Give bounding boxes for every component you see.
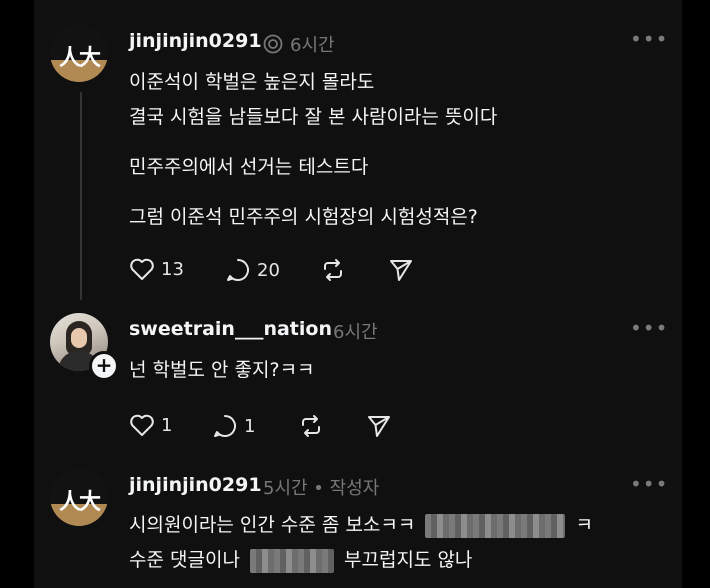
repost-button[interactable] xyxy=(320,257,346,283)
reply-text-line: 시의원이라는 인간 수준 좀 보소ㅋㅋ ㅋ xyxy=(129,510,593,538)
like-count: 13 xyxy=(161,258,184,280)
reply-username[interactable]: sweetrain___nation xyxy=(129,318,332,340)
like-button[interactable]: 13 xyxy=(129,257,184,281)
reply-text-segment: 수준 댓글이나 xyxy=(129,549,240,571)
repost-icon xyxy=(298,413,324,439)
redacted-blur xyxy=(249,548,334,573)
comment-icon xyxy=(225,257,251,283)
reply-username[interactable]: jinjinjin0291 xyxy=(129,474,262,496)
post-username[interactable]: jinjinjin0291 xyxy=(129,30,262,52)
reply-meta: 5시간 • 작성자 xyxy=(263,478,380,499)
avatar-photo-face xyxy=(71,328,87,348)
comment-count: 1 xyxy=(244,415,256,437)
repost-button[interactable] xyxy=(298,413,324,439)
post-text-line: 이준석이 학벌은 높은지 몰라도 xyxy=(129,71,375,93)
post-text-line: 민주주의에서 선거는 테스트다 xyxy=(129,156,369,178)
send-icon xyxy=(388,257,414,283)
avatar[interactable]: 人大 xyxy=(50,468,108,526)
avatar-logo: 人大 xyxy=(58,489,101,515)
reply-text-line: 수준 댓글이나 부끄럽지도 않나 xyxy=(129,545,472,573)
thread-line xyxy=(80,92,82,300)
reply-text-segment: 시의원이라는 인간 수준 좀 보소ㅋㅋ xyxy=(129,514,416,536)
follow-plus-icon[interactable]: + xyxy=(89,351,119,381)
comment-count: 20 xyxy=(257,259,280,281)
more-options-icon[interactable]: ••• xyxy=(630,316,668,340)
reply-time: 6시간 xyxy=(333,322,378,343)
comment-button[interactable]: 20 xyxy=(225,257,280,283)
like-button[interactable]: 1 xyxy=(129,413,172,437)
comment-button[interactable]: 1 xyxy=(212,413,255,439)
post-text-line: 그럼 이준석 민주주의 시험장의 시험성적은? xyxy=(129,206,478,228)
like-count: 1 xyxy=(161,414,173,436)
comment-icon xyxy=(212,413,238,439)
post-text-line: 결국 시험을 남들보다 잘 본 사람이라는 뜻이다 xyxy=(129,106,498,128)
more-options-icon[interactable]: ••• xyxy=(630,27,668,51)
reply-text-segment: ㅋ xyxy=(575,514,593,536)
avatar-logo: 人大 xyxy=(58,45,101,71)
threads-verified-icon xyxy=(262,33,284,59)
reply-text-segment: 부끄럽지도 않나 xyxy=(344,549,473,571)
redacted-blur xyxy=(425,513,566,538)
heart-icon xyxy=(129,257,155,281)
share-button[interactable] xyxy=(388,257,414,283)
heart-icon xyxy=(129,413,155,437)
send-icon xyxy=(366,413,392,439)
avatar[interactable]: 人大 xyxy=(50,24,108,82)
repost-icon xyxy=(320,257,346,283)
more-options-icon[interactable]: ••• xyxy=(630,472,668,496)
reply-text: 넌 학벌도 안 좋지?ㅋㅋ xyxy=(129,359,315,381)
post-time: 6시간 xyxy=(290,35,335,56)
share-button[interactable] xyxy=(366,413,392,439)
